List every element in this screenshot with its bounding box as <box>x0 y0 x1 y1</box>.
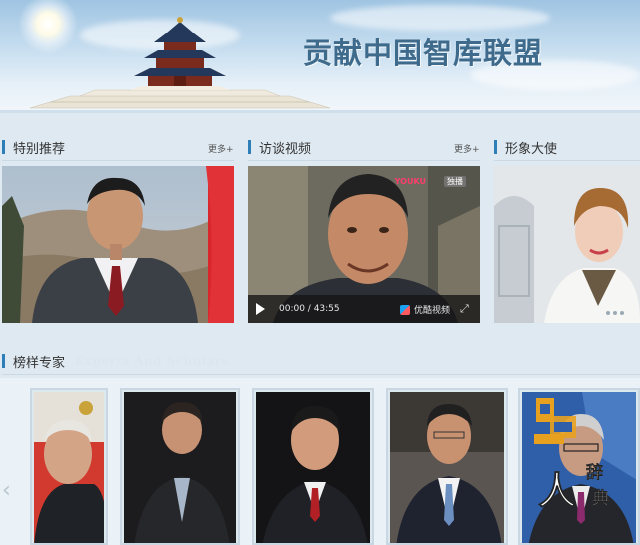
banner-title: 贡献中国智库联盟 <box>303 36 544 70</box>
section-marker <box>2 140 5 154</box>
section-marker <box>2 354 5 368</box>
section-header-experts: 榜样专家 Experts And Scholars <box>2 350 229 372</box>
play-icon[interactable] <box>256 303 265 315</box>
site-banner: 贡献中国智库联盟 <box>0 0 640 113</box>
video-provider: 优酷视频 <box>399 303 450 316</box>
section-header-interview: 访谈视频 <box>248 136 311 158</box>
watermark-logo: 人 辞 典 <box>526 396 640 545</box>
carousel-dots <box>606 311 627 315</box>
video-provider-label: 优酷视频 <box>413 306 450 316</box>
featured-expert-photo[interactable] <box>2 166 234 323</box>
expert-photo <box>124 392 236 543</box>
more-link-special[interactable]: 更多+ <box>208 142 234 155</box>
expert-photo <box>256 392 370 543</box>
temple-of-heaven-image <box>30 17 330 109</box>
video-control-bar: 00:00 / 43:55 优酷视频 ⤢ <box>248 295 480 323</box>
video-time: 00:00 / 43:55 <box>279 304 340 314</box>
expert-card[interactable] <box>252 388 374 545</box>
section-title-interview: 访谈视频 <box>259 141 312 157</box>
fullscreen-icon[interactable]: ⤢ <box>460 303 472 315</box>
svg-text:典: 典 <box>592 488 609 509</box>
expert-card[interactable] <box>120 388 240 545</box>
svg-text:人: 人 <box>538 468 576 513</box>
section-marker <box>248 140 251 154</box>
section-marker <box>494 140 497 154</box>
section-header-ambassador: 形象大使 <box>494 136 557 158</box>
banner-divider <box>0 110 640 113</box>
interview-video-player[interactable]: YOUKU 独播 00:00 / 43:55 优酷视频 ⤢ <box>248 166 480 323</box>
video-brand-badge: YOUKU <box>394 176 426 186</box>
ambassador-photo[interactable] <box>494 166 640 323</box>
section-title-special: 特别推荐 <box>13 141 66 157</box>
section-subtitle-experts: Experts And Scholars <box>75 354 229 368</box>
carousel-dot[interactable] <box>613 311 617 315</box>
more-link-interview[interactable]: 更多+ <box>454 142 480 155</box>
carousel-dot[interactable] <box>620 311 624 315</box>
page: 贡献中国智库联盟 特别推荐 更多+ 访谈视频 更多+ 形象大使 YOUKU 独播… <box>0 0 640 545</box>
video-badge: YOUKU 独播 <box>395 175 466 187</box>
youku-logo-icon <box>399 304 410 315</box>
expert-photo <box>390 392 504 543</box>
section-title-experts: 榜样专家 <box>13 355 66 371</box>
expert-photo <box>34 392 104 543</box>
expert-card[interactable] <box>30 388 108 545</box>
exclusive-badge: 独播 <box>444 175 466 187</box>
svg-text:辞: 辞 <box>586 462 603 483</box>
carousel-dot[interactable] <box>606 311 610 315</box>
carousel-prev-icon[interactable]: ‹ <box>2 478 11 503</box>
section-title-ambassador: 形象大使 <box>505 141 558 157</box>
section-header-special: 特别推荐 <box>2 136 65 158</box>
expert-card[interactable] <box>386 388 508 545</box>
